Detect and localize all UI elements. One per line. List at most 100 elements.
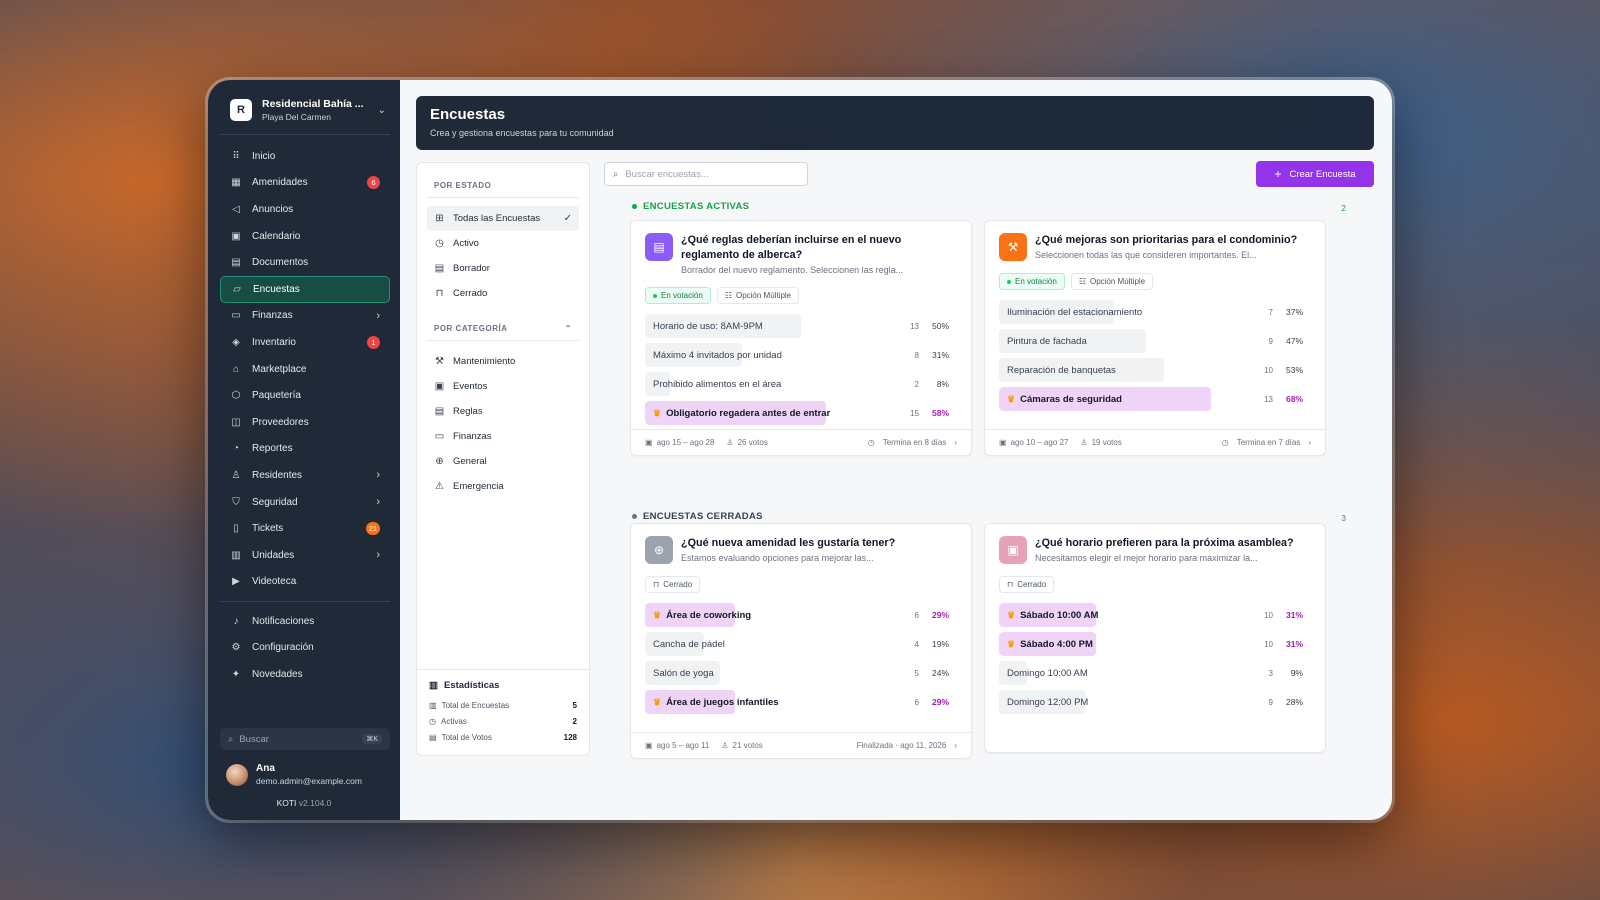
poll-option[interactable]: Prohibido alimentos en el área 2 8% — [645, 372, 957, 397]
stat-icon: ▤ — [429, 732, 437, 742]
sidebar-item-label: Seguridad — [252, 496, 298, 508]
stat-row: ▤ Total de Votos 128 — [429, 732, 577, 742]
warning-icon: ⚠ — [435, 481, 444, 492]
category-filter-heading[interactable]: POR CATEGORÍA ⌃ — [427, 320, 579, 341]
sidebar-item-label: Anuncios — [252, 203, 294, 215]
poll-option[interactable]: Máximo 4 invitados por unidad 8 31% — [645, 343, 957, 368]
trophy-icon: ♛ — [1007, 393, 1016, 404]
chevron-right-icon[interactable]: › — [954, 741, 957, 750]
search-placeholder: Buscar encuestas... — [625, 168, 709, 180]
search-input[interactable]: ⌕ Buscar encuestas... — [604, 162, 808, 186]
poll-dates: ago 10 – ago 27 — [1010, 438, 1069, 447]
lock-icon: ⊓ — [435, 288, 444, 299]
poll-option[interactable]: ♛ Obligatorio regadera antes de entrar 1… — [645, 401, 957, 426]
poll-card[interactable]: ⚒ ¿Qué mejoras son prioritarias para el … — [984, 220, 1326, 456]
app-version: KOTI v2.104.0 — [208, 798, 400, 808]
status-filter-item[interactable]: ▤ Borrador — [427, 256, 579, 281]
clock-icon: ◷ — [435, 238, 444, 249]
closed-count: 3 — [1341, 513, 1346, 523]
notification-badge: 6 — [367, 176, 380, 190]
option-votes: 5 — [914, 668, 919, 678]
poll-card[interactable]: ▤ ¿Qué reglas deberían incluirse en el n… — [630, 220, 972, 456]
poll-option[interactable]: Horario de uso: 8AM-9PM 13 50% — [645, 314, 957, 339]
sidebar-item-inventario[interactable]: ◈ Inventario 1 — [220, 329, 390, 356]
chevron-right-icon[interactable]: › — [954, 438, 957, 447]
card-footer: ▣ ago 15 – ago 28 ♙ 26 votos ◷ Termina en… — [631, 429, 971, 455]
poll-option[interactable]: Domingo 12:00 PM 9 28% — [999, 690, 1311, 714]
user-profile[interactable]: Ana demo.admin@example.com — [226, 763, 362, 786]
poll-option[interactable]: Reparación de banquetas 10 53% — [999, 358, 1311, 382]
option-label: Sábado 10:00 AM — [1020, 609, 1099, 621]
poll-option[interactable]: Domingo 10:00 AM 3 9% — [999, 661, 1311, 685]
sidebar-item-amenidades[interactable]: ▦ Amenidades 6 — [220, 170, 390, 197]
sidebar-item-marketplace[interactable]: ⌂ Marketplace — [220, 356, 390, 383]
sidebar-item-seguridad[interactable]: ⛉ Seguridad › — [220, 489, 390, 516]
category-filter-item[interactable]: ⚒ Mantenimiento — [427, 349, 579, 374]
poll-option[interactable]: ♛ Sábado 4:00 PM 10 31% — [999, 632, 1311, 656]
sidebar-item-label: Residentes — [252, 469, 303, 481]
shortcut-badge: ⌘K — [362, 734, 382, 744]
poll-end: Finalizada · ago 11, 2026 — [856, 741, 947, 750]
option-percent: 29% — [931, 610, 949, 620]
clock-icon: ◷ — [867, 438, 875, 447]
poll-description: Necesitamos elegir el mejor horario para… — [1035, 553, 1258, 564]
option-label: Cámaras de seguridad — [1020, 393, 1122, 405]
sidebar-item-proveedores[interactable]: ◫ Proveedores — [220, 409, 390, 436]
sidebar-item-notificaciones[interactable]: ♪ Notificaciones — [220, 608, 390, 635]
option-label: Máximo 4 invitados por unidad — [653, 349, 782, 361]
sidebar-item-finanzas[interactable]: ▭ Finanzas › — [220, 303, 390, 330]
category-filter-item[interactable]: ⚠ Emergencia — [427, 474, 579, 499]
sidebar-item-documentos[interactable]: ▤ Documentos — [220, 249, 390, 276]
status-filter-item[interactable]: ◷ Activo — [427, 231, 579, 256]
stats-panel: ▥ Estadísticas ▥ Total de Encuestas 5 ◷ … — [417, 669, 589, 755]
poll-description: Seleccionen todas las que consideren imp… — [1035, 250, 1257, 261]
sidebar-item-inicio[interactable]: ⠿ Inicio — [220, 143, 390, 170]
status-dot — [632, 204, 637, 209]
sidebar-item-configuracion[interactable]: ⚙ Configuración — [220, 635, 390, 662]
poll-option[interactable]: ♛ Área de coworking 6 29% — [645, 603, 957, 627]
poll-icon: ▱ — [233, 283, 241, 295]
option-label: Área de juegos infantiles — [666, 696, 779, 708]
sidebar-item-novedades[interactable]: ✦ Novedades — [220, 661, 390, 688]
org-switcher[interactable]: R Residencial Bahía ... Playa Del Carmen… — [220, 94, 390, 135]
sidebar-item-reportes[interactable]: ◔ Reportes — [220, 436, 390, 463]
category-filter-item[interactable]: ▤ Reglas — [427, 399, 579, 424]
chevron-right-icon: › — [376, 469, 380, 482]
poll-description: Borrador del nuevo reglamento. Seleccion… — [681, 265, 904, 276]
poll-option[interactable]: Pintura de fachada 9 47% — [999, 329, 1311, 353]
poll-option[interactable]: Salón de yoga 5 24% — [645, 661, 957, 685]
users-icon: ♙ — [726, 438, 734, 447]
poll-type-badge: ☷ Opción Múltiple — [716, 287, 800, 305]
poll-option[interactable]: Cancha de pádel 4 19% — [645, 632, 957, 656]
option-label: Domingo 12:00 PM — [1007, 696, 1089, 708]
document-icon: ▤ — [231, 257, 241, 269]
poll-option[interactable]: Iluminación del estacionamiento 7 37% — [999, 300, 1311, 324]
create-poll-button[interactable]: + Crear Encuesta — [1256, 161, 1374, 187]
status-filter-item[interactable]: ⊞ Todas las Encuestas ✓ — [427, 206, 579, 231]
chevron-right-icon: › — [376, 309, 380, 322]
category-filter-item[interactable]: ⊕ General — [427, 449, 579, 474]
users-icon: ♙ — [721, 741, 729, 750]
sidebar-item-tickets[interactable]: ▯ Tickets 21 — [220, 515, 390, 542]
sidebar-item-paqueteria[interactable]: ⬡ Paquetería — [220, 382, 390, 409]
option-percent: 8% — [936, 379, 949, 390]
sidebar-item-encuestas[interactable]: ▱ Encuestas — [220, 275, 390, 303]
user-name: Ana — [256, 763, 275, 774]
poll-option[interactable]: ♛ Área de juegos infantiles 6 29% — [645, 690, 957, 714]
sidebar-search[interactable]: ⌕ Buscar ⌘K — [220, 728, 390, 750]
poll-option[interactable]: ♛ Sábado 10:00 AM 10 31% — [999, 603, 1311, 627]
category-filter-item[interactable]: ▭ Finanzas — [427, 424, 579, 449]
poll-card[interactable]: ▣ ¿Qué horario prefieren para la próxima… — [984, 523, 1326, 753]
category-filter-item[interactable]: ▣ Eventos — [427, 374, 579, 399]
sidebar-item-anuncios[interactable]: ◁ Anuncios — [220, 196, 390, 223]
status-filter-item[interactable]: ⊓ Cerrado — [427, 281, 579, 306]
sidebar-item-videoteca[interactable]: ▶ Videoteca — [220, 569, 390, 596]
sidebar-item-residentes[interactable]: ♙ Residentes › — [220, 462, 390, 489]
poll-option[interactable]: ♛ Cámaras de seguridad 13 68% — [999, 387, 1311, 411]
poll-card[interactable]: ⊕ ¿Qué nueva amenidad les gustaría tener… — [630, 523, 972, 759]
option-percent: 37% — [1285, 307, 1303, 317]
chevron-right-icon[interactable]: › — [1308, 438, 1311, 447]
wallet-icon: ▭ — [434, 431, 445, 442]
sidebar-item-unidades[interactable]: ▥ Unidades › — [220, 542, 390, 569]
sidebar-item-calendario[interactable]: ▣ Calendario — [220, 223, 390, 250]
